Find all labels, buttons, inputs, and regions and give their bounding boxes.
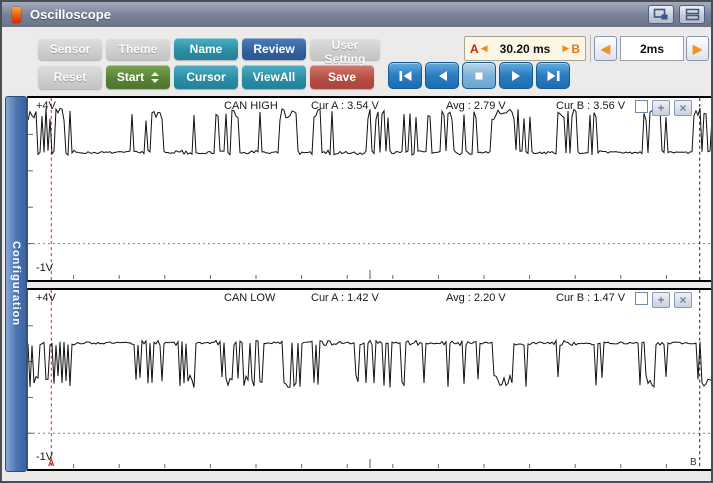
- name-button[interactable]: Name: [174, 38, 238, 60]
- user-setting-button[interactable]: User Setting: [310, 38, 380, 60]
- scale-bottom-label: -1V: [36, 262, 53, 274]
- scale-top-label: +4V: [36, 100, 56, 112]
- cursor-a-readout: Cur A : 1.42 V: [311, 292, 379, 304]
- channel-select-checkbox[interactable]: [635, 100, 648, 113]
- channel-select-checkbox[interactable]: [635, 292, 648, 305]
- waveform-panel-can-low: +4V CAN LOW Cur A : 1.42 V Avg : 2.20 V …: [27, 288, 713, 471]
- ab-time-value: 30.20 ms: [490, 42, 561, 56]
- new-window-button[interactable]: [648, 5, 674, 24]
- cursor-b-readout: Cur B : 1.47 V: [556, 292, 625, 304]
- average-readout: Avg : 2.20 V: [446, 292, 506, 304]
- close-panel-button[interactable]: ×: [674, 292, 692, 308]
- stop-icon: [473, 70, 485, 82]
- waveform-panel-can-high: +4V CAN HIGH Cur A : 3.54 V Avg : 2.79 V…: [27, 96, 713, 282]
- toolbar-separator: [590, 35, 591, 62]
- app-icon: [12, 7, 21, 23]
- transport-skip-end-button[interactable]: [536, 62, 570, 89]
- viewall-button[interactable]: ViewAll: [242, 65, 306, 89]
- can-high-waveform: [28, 98, 712, 280]
- configuration-tab[interactable]: Configuration: [5, 96, 27, 472]
- toolbar: Sensor Theme Name Review User Setting Re…: [2, 27, 711, 95]
- timebase-next-icon: ▶: [693, 42, 702, 56]
- sensor-button[interactable]: Sensor: [38, 38, 102, 60]
- cursor-button[interactable]: Cursor: [174, 65, 238, 89]
- skip-start-icon: [398, 70, 413, 82]
- start-spinner-icon: [151, 72, 159, 83]
- transport-controls: [388, 62, 570, 89]
- cursor-b-readout: Cur B : 3.56 V: [556, 100, 625, 112]
- cursor-a-label: A: [470, 42, 479, 56]
- transport-play-button[interactable]: [499, 62, 533, 89]
- play-icon: [510, 70, 523, 82]
- transport-step-back-button[interactable]: [425, 62, 459, 89]
- scale-top-label: +4V: [36, 292, 56, 304]
- save-button[interactable]: Save: [310, 65, 374, 89]
- can-low-waveform: [28, 290, 712, 469]
- transport-stop-button[interactable]: [462, 62, 496, 89]
- new-window-icon: [653, 8, 669, 21]
- channel-name: CAN HIGH: [224, 100, 278, 112]
- cursor-a-readout: Cur A : 3.54 V: [311, 100, 379, 112]
- oscilloscope-window: Oscilloscope Sensor Theme Name Review Us…: [0, 0, 713, 483]
- timebase-prev-button[interactable]: ◀: [594, 36, 617, 61]
- configuration-tab-label: Configuration: [10, 241, 22, 326]
- timebase-next-button[interactable]: ▶: [686, 36, 709, 61]
- step-back-icon: [436, 70, 449, 82]
- cursor-b-label: B: [571, 42, 580, 56]
- tile-windows-icon: [685, 8, 700, 21]
- cursor-b-arrow-icon: ▶: [562, 43, 569, 54]
- title-bar: Oscilloscope: [2, 2, 711, 27]
- skip-end-icon: [546, 70, 561, 82]
- theme-button[interactable]: Theme: [106, 38, 170, 60]
- start-button-label: Start: [117, 70, 144, 84]
- zoom-in-button[interactable]: +: [652, 100, 670, 116]
- channel-name: CAN LOW: [224, 292, 275, 304]
- cursor-a-arrow-icon: ◀: [481, 43, 488, 54]
- timebase-prev-icon: ◀: [601, 42, 610, 56]
- zoom-in-button[interactable]: +: [652, 292, 670, 308]
- cursor-b-marker[interactable]: B: [690, 457, 697, 468]
- start-button[interactable]: Start: [106, 65, 170, 89]
- cursor-a-marker[interactable]: A: [48, 458, 55, 468]
- transport-skip-start-button[interactable]: [388, 62, 422, 89]
- reset-button[interactable]: Reset: [38, 65, 102, 89]
- close-panel-button[interactable]: ×: [674, 100, 692, 116]
- window-title: Oscilloscope: [30, 7, 111, 22]
- average-readout: Avg : 2.79 V: [446, 100, 506, 112]
- tile-windows-button[interactable]: [679, 5, 705, 24]
- timebase-value[interactable]: 2ms: [620, 36, 684, 61]
- cursor-ab-time-display: A ◀ 30.20 ms ▶ B: [464, 36, 586, 61]
- review-button[interactable]: Review: [242, 38, 306, 60]
